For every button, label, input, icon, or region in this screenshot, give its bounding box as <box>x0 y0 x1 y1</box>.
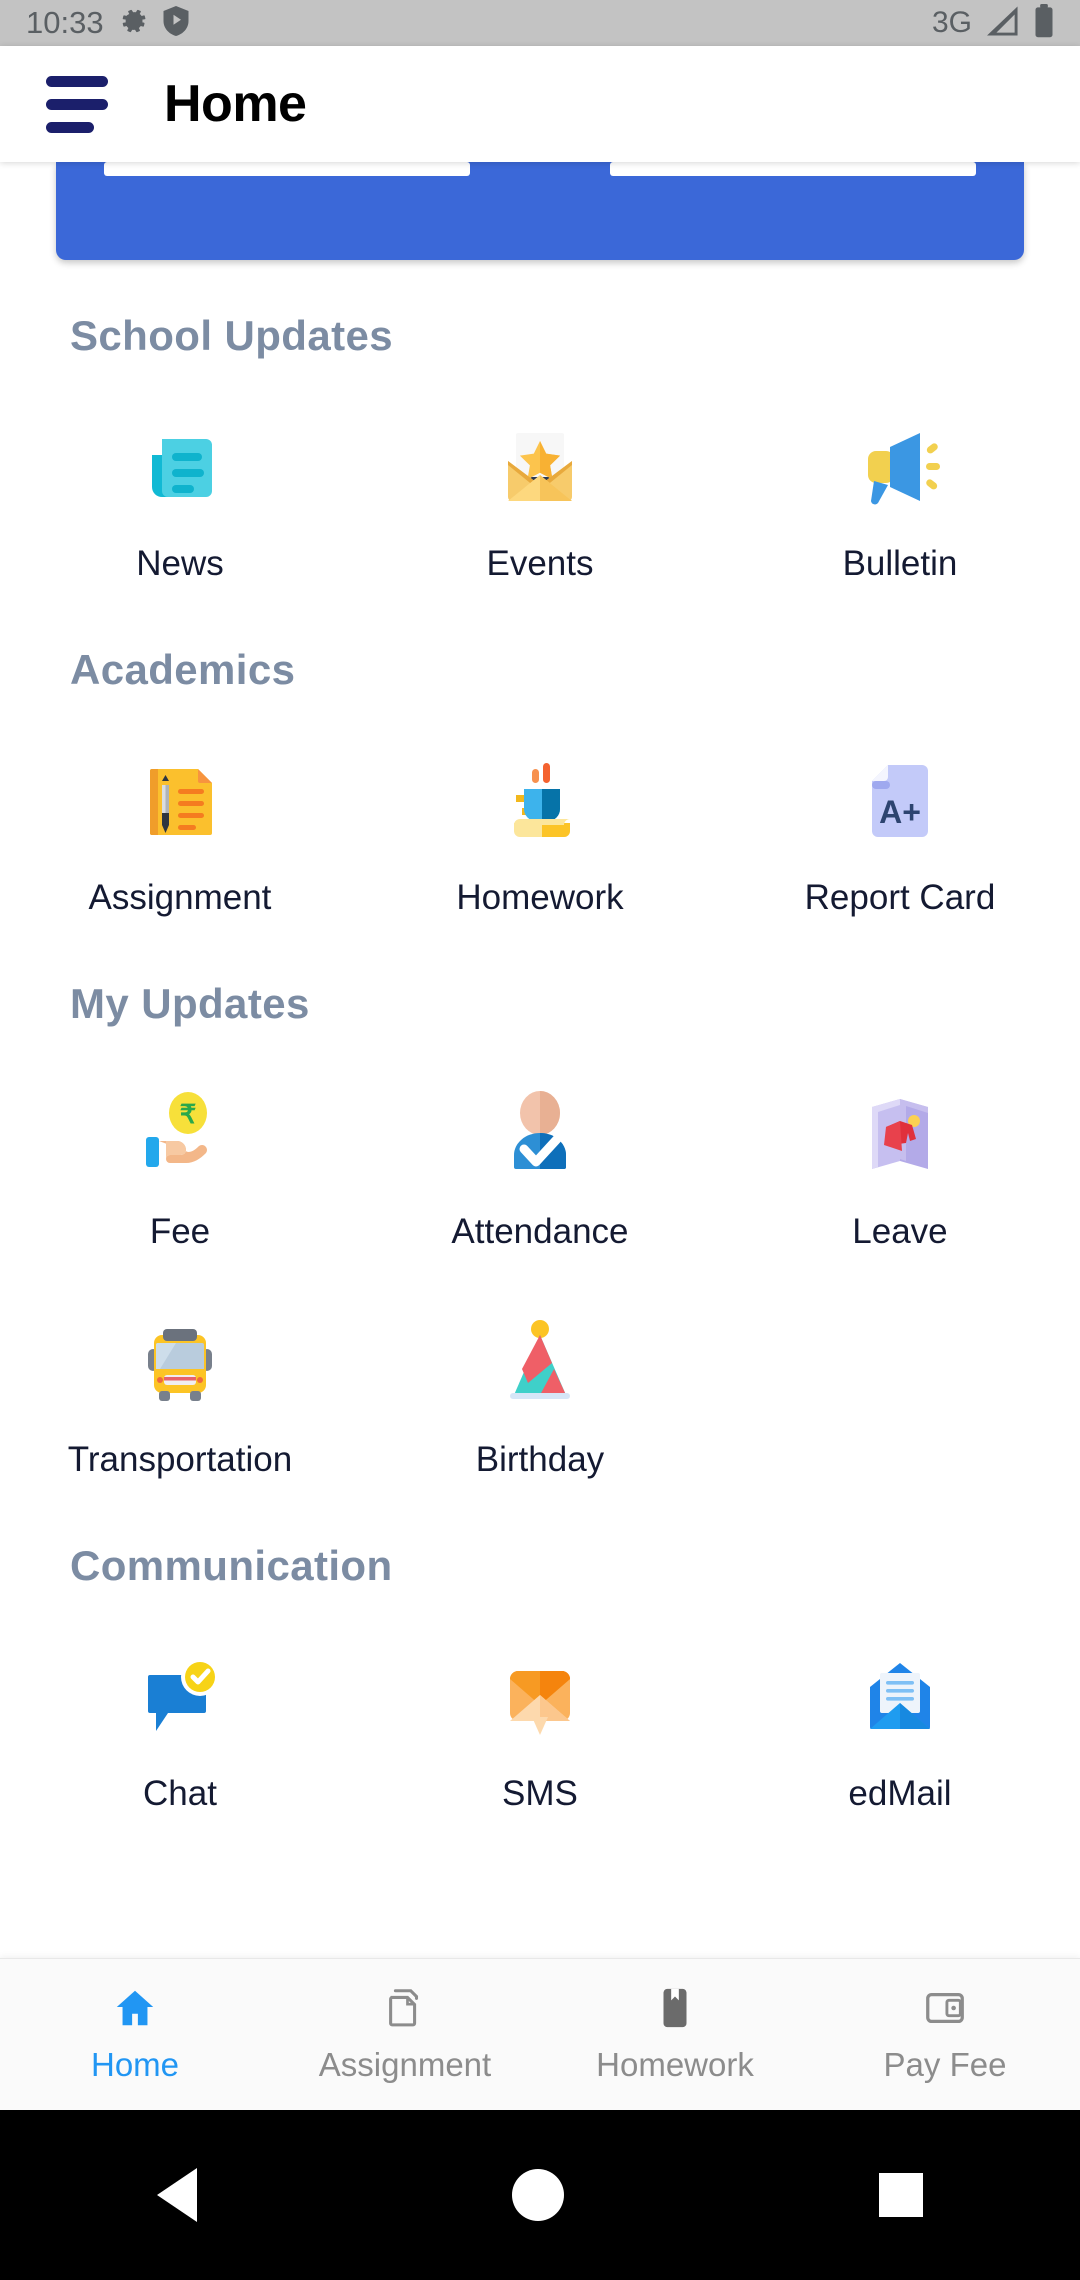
sms-envelope-icon <box>476 1638 604 1756</box>
tile-birthday[interactable]: Birthday <box>360 1304 720 1480</box>
tile-label: Attendance <box>451 1212 629 1251</box>
status-bar-left: 10:33 <box>26 5 190 41</box>
nav-label: Pay Fee <box>883 2046 1007 2083</box>
hamburger-menu-icon[interactable] <box>46 75 108 133</box>
tile-leave[interactable]: Leave <box>720 1076 1080 1252</box>
grid-row-my-updates-1: ₹ Fee Attendance Leave <box>0 1076 1080 1252</box>
school-bus-icon <box>116 1304 244 1422</box>
tile-label: Transportation <box>67 1440 293 1479</box>
person-check-icon <box>476 1076 604 1194</box>
shield-play-icon <box>162 5 190 41</box>
main-scroll-area[interactable]: School Updates News Events Bulletin Acad… <box>0 162 1080 1958</box>
copy-page-icon <box>381 1985 429 2036</box>
nav-label: Home <box>90 2046 180 2083</box>
document-pen-icon <box>116 742 244 860</box>
nav-item-assignment[interactable]: Assignment <box>270 1985 540 2084</box>
hamburger-bar-2 <box>46 98 108 110</box>
bookmark-book-icon <box>653 1985 697 2036</box>
hamburger-bar-3 <box>46 121 94 133</box>
section-title-school-updates: School Updates <box>70 312 393 359</box>
report-card-a-plus-icon: A+ <box>836 742 964 860</box>
svg-text:A+: A+ <box>879 794 921 830</box>
grid-row-my-updates-2: Transportation Birthday <box>0 1304 1080 1480</box>
android-system-nav <box>0 2110 1080 2280</box>
tile-label: SMS <box>502 1774 578 1813</box>
signal-icon <box>985 5 1021 42</box>
tile-attendance[interactable]: Attendance <box>360 1076 720 1252</box>
back-triangle-icon[interactable] <box>157 2168 198 2222</box>
section-title-my-updates: My Updates <box>70 980 310 1027</box>
tile-report-card[interactable]: A+ Report Card <box>720 742 1080 918</box>
tile-label: Birthday <box>475 1440 605 1479</box>
section-title-communication: Communication <box>70 1542 393 1589</box>
tile-label: Bulletin <box>842 544 958 583</box>
tile-label: Events <box>486 544 594 583</box>
news-document-icon <box>116 408 244 526</box>
network-type-label: 3G <box>931 6 972 39</box>
tile-events[interactable]: Events <box>360 408 720 584</box>
envelope-star-icon <box>476 408 604 526</box>
svg-text:₹: ₹ <box>180 1099 197 1129</box>
tile-empty-placeholder <box>720 1304 1080 1480</box>
nav-item-homework[interactable]: Homework <box>540 1985 810 2084</box>
tile-news[interactable]: News <box>0 408 360 584</box>
promo-banner-card[interactable] <box>56 162 1024 260</box>
hamburger-bar-1 <box>46 75 108 87</box>
status-bar-right: 3G <box>931 3 1054 43</box>
tile-label: Assignment <box>88 878 272 917</box>
home-icon <box>110 1985 160 2036</box>
bottom-navigation-bar: Home Assignment Homework Pay Fee <box>0 1958 1080 2110</box>
nav-label: Homework <box>596 2046 754 2083</box>
grid-row-school-updates: News Events Bulletin <box>0 408 1080 584</box>
banner-placeholder-bar <box>610 162 976 176</box>
nav-label: Assignment <box>318 2046 492 2083</box>
hand-rupee-coin-icon: ₹ <box>116 1076 244 1194</box>
tile-label: Leave <box>852 1212 948 1251</box>
tile-label: Homework <box>456 878 624 917</box>
tile-chat[interactable]: Chat <box>0 1638 360 1814</box>
banner-placeholder-bar <box>104 162 470 176</box>
status-bar: 10:33 3G <box>0 0 1080 46</box>
tile-edmail[interactable]: edMail <box>720 1638 1080 1814</box>
tile-label: Report Card <box>804 878 996 917</box>
page-title: Home <box>164 75 307 133</box>
home-circle-icon[interactable] <box>511 2169 564 2221</box>
megaphone-icon <box>836 408 964 526</box>
app-bar: Home <box>0 46 1080 162</box>
tile-sms[interactable]: SMS <box>360 1638 720 1814</box>
grid-row-communication: Chat SMS edMail <box>0 1638 1080 1814</box>
gear-icon <box>118 6 148 41</box>
open-door-exit-icon <box>836 1076 964 1194</box>
open-mail-icon <box>836 1638 964 1756</box>
tile-homework[interactable]: Homework <box>360 742 720 918</box>
recents-square-icon[interactable] <box>878 2173 923 2217</box>
status-bar-clock: 10:33 <box>26 5 104 40</box>
tile-assignment[interactable]: Assignment <box>0 742 360 918</box>
tile-label: News <box>136 544 224 583</box>
wallet-card-icon <box>921 1985 969 2036</box>
grid-row-academics: Assignment Homework A+ Report Card <box>0 742 1080 918</box>
section-title-academics: Academics <box>70 646 296 693</box>
battery-icon <box>1034 3 1054 43</box>
chat-bubble-check-icon <box>116 1638 244 1756</box>
promo-banner-container <box>0 162 1080 260</box>
tile-label: Chat <box>143 1774 217 1813</box>
banner-placeholder-bars <box>56 162 1024 176</box>
tile-label: edMail <box>848 1774 952 1813</box>
nav-item-pay-fee[interactable]: Pay Fee <box>810 1985 1080 2084</box>
nav-item-home[interactable]: Home <box>0 1985 270 2084</box>
coffee-cup-book-icon <box>476 742 604 860</box>
tile-transportation[interactable]: Transportation <box>0 1304 360 1480</box>
tile-label: Fee <box>149 1212 211 1251</box>
empty-icon <box>836 1304 964 1422</box>
tile-bulletin[interactable]: Bulletin <box>720 408 1080 584</box>
party-hat-icon <box>476 1304 604 1422</box>
tile-fee[interactable]: ₹ Fee <box>0 1076 360 1252</box>
